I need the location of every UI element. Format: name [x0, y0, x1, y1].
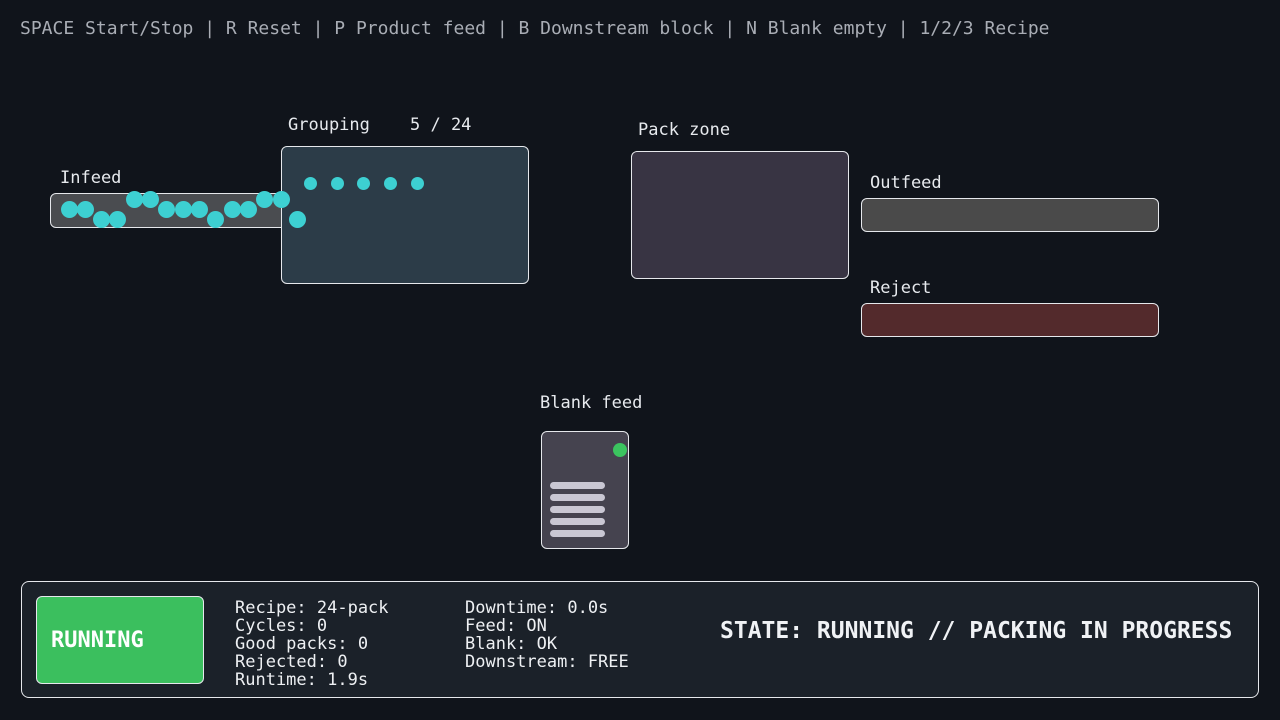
good-packs-stat: Good packs: 0 [235, 634, 369, 654]
downstream-stat: Downstream: FREE [465, 652, 629, 672]
pack-zone [631, 151, 849, 279]
blank-sheet [550, 518, 605, 525]
product-item [256, 191, 273, 208]
downtime-stat: Downtime: 0.0s [465, 598, 609, 618]
product-item [175, 201, 192, 218]
rejected-stat: Rejected: 0 [235, 652, 348, 672]
blank-sheet [550, 530, 605, 537]
blank-sheet [550, 494, 605, 501]
blank-stat: Blank: OK [465, 634, 558, 654]
production-stats: Recipe: 24-pack Cycles: 0 Good packs: 0 … [235, 599, 389, 689]
infeed-label: Infeed [60, 168, 122, 188]
blank-sheet [550, 482, 605, 489]
machine-state-text: STATE: RUNNING // PACKING IN PROGRESS [720, 618, 1233, 644]
grouped-product [411, 177, 424, 190]
outfeed-conveyor [861, 198, 1159, 232]
product-item [240, 201, 257, 218]
grouping-zone [281, 146, 529, 284]
start-stop-button-label: RUNNING [51, 627, 144, 653]
blank-feed-label: Blank feed [540, 393, 643, 413]
packaging-line-simulation: SPACE Start/Stop | R Reset | P Product f… [0, 0, 1280, 720]
product-item [289, 211, 306, 228]
feed-stat: Feed: ON [465, 616, 547, 636]
product-item [207, 211, 224, 228]
reject-lane [861, 303, 1159, 337]
keyboard-help-text: SPACE Start/Stop | R Reset | P Product f… [20, 18, 1050, 39]
runtime-stat: Runtime: 1.9s [235, 670, 369, 690]
product-item [93, 211, 110, 228]
blank-sheet [550, 506, 605, 513]
product-item [158, 201, 175, 218]
grouping-label: Grouping [288, 115, 370, 135]
grouped-product [384, 177, 397, 190]
grouped-product [304, 177, 317, 190]
grouped-product [357, 177, 370, 190]
recipe-stat: Recipe: 24-pack [235, 598, 389, 618]
product-item [126, 191, 143, 208]
start-stop-button[interactable]: RUNNING [36, 596, 204, 684]
product-item [191, 201, 208, 218]
product-item [109, 211, 126, 228]
outfeed-label: Outfeed [870, 173, 942, 193]
product-item [77, 201, 94, 218]
product-item [273, 191, 290, 208]
pack-zone-label: Pack zone [638, 120, 731, 140]
cycles-stat: Cycles: 0 [235, 616, 328, 636]
product-item [224, 201, 241, 218]
reject-label: Reject [870, 278, 932, 298]
product-item [61, 201, 78, 218]
grouping-count: 5 / 24 [410, 115, 472, 135]
line-condition-stats: Downtime: 0.0s Feed: ON Blank: OK Downst… [465, 599, 629, 671]
product-item [142, 191, 159, 208]
blank-ok-indicator [613, 443, 627, 457]
grouped-product [331, 177, 344, 190]
